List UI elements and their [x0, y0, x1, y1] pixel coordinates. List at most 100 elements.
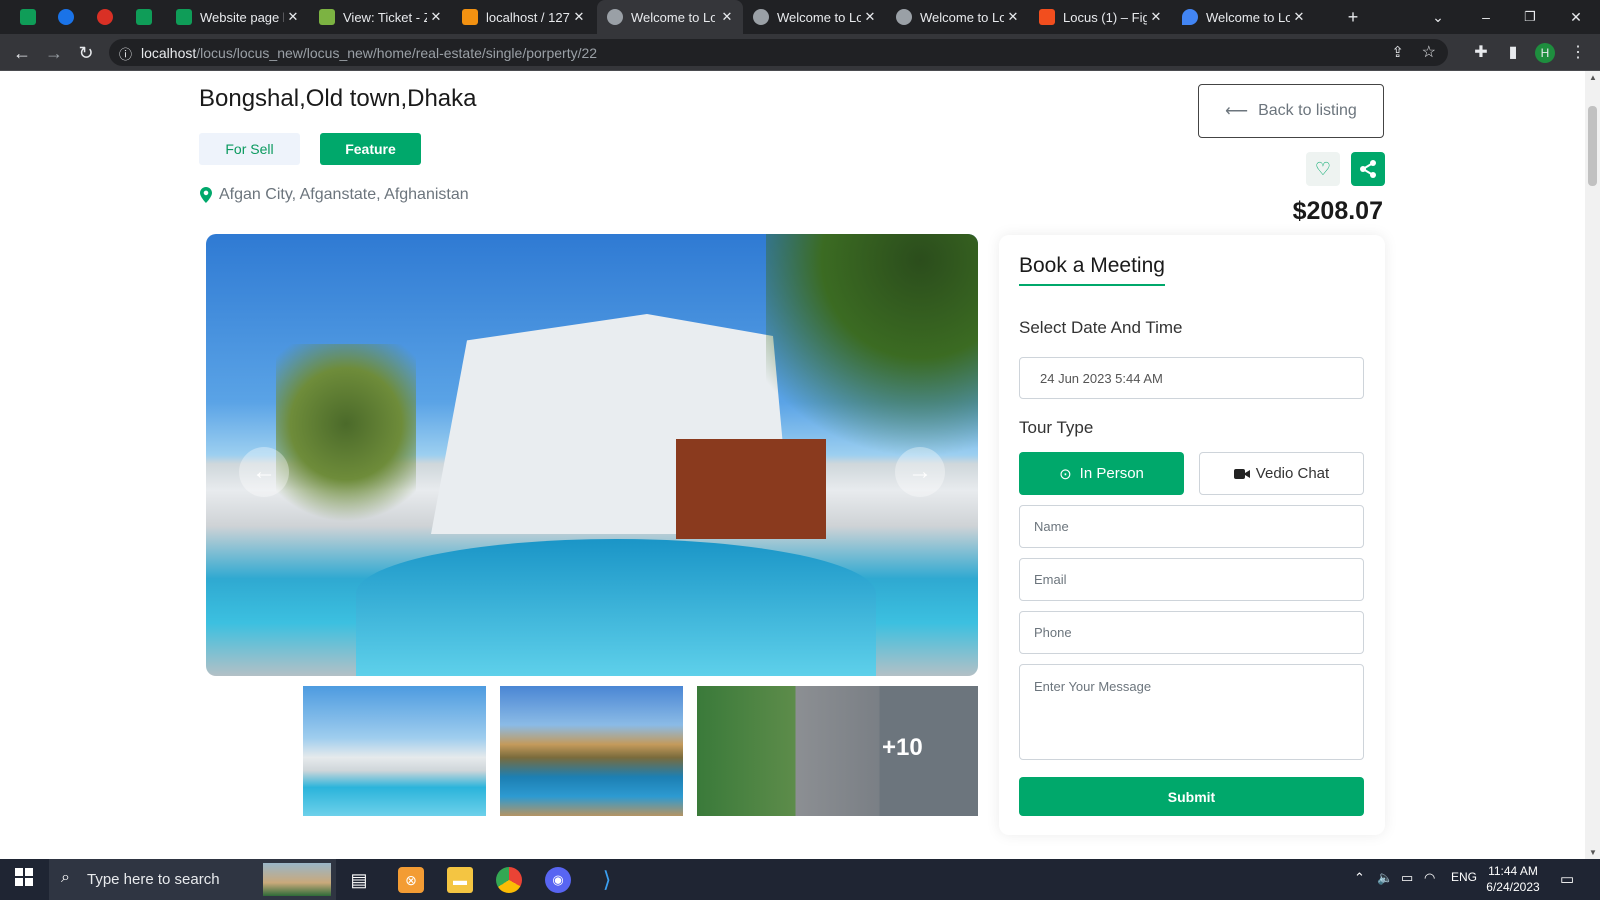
- taskbar-search[interactable]: ⌕ Type here to search: [49, 859, 336, 900]
- extensions-icon[interactable]: ✚: [1471, 43, 1491, 63]
- tab-title: Welcome to Lo: [631, 9, 715, 25]
- window-close-icon[interactable]: ✕: [1566, 7, 1586, 27]
- avatar[interactable]: H: [1535, 43, 1555, 63]
- new-tab-icon[interactable]: +: [1343, 7, 1363, 27]
- chrome-icon[interactable]: [496, 867, 522, 893]
- globe-icon: [753, 9, 769, 25]
- tab-title: Welcome to Lo: [920, 9, 1004, 25]
- url-text[interactable]: localhost/locus/locus_new/locus_new/home…: [141, 45, 597, 61]
- share-page-icon[interactable]: ⇪: [1391, 43, 1404, 61]
- in-person-button[interactable]: ⊙ In Person: [1019, 452, 1184, 495]
- close-icon[interactable]: ✕: [1291, 9, 1307, 25]
- xampp-icon[interactable]: ⊗: [398, 867, 424, 893]
- bookmark-star-icon[interactable]: ☆: [1422, 42, 1436, 62]
- image-detail: [766, 234, 978, 494]
- notification-icon[interactable]: ▭: [1560, 870, 1574, 888]
- scroll-down-icon[interactable]: ▼: [1589, 848, 1597, 857]
- favorite-button[interactable]: ♡: [1306, 152, 1340, 186]
- task-view-icon[interactable]: ▤: [346, 867, 372, 893]
- message-textarea[interactable]: Enter Your Message: [1019, 664, 1364, 760]
- date-label: Select Date And Time: [1019, 318, 1183, 337]
- tab-search-icon[interactable]: ⌄: [1428, 7, 1448, 27]
- tab-title: View: Ticket - Z: [343, 9, 427, 25]
- address-bar: ← → ↻ ⓘ localhost/locus/locus_new/locus_…: [0, 34, 1600, 71]
- figma-icon: [1039, 9, 1055, 25]
- gallery-thumbnail[interactable]: [500, 686, 683, 816]
- browser-tab[interactable]: Welcome to Lo ✕: [743, 0, 886, 34]
- info-icon[interactable]: ⓘ: [119, 44, 132, 63]
- browser-tab[interactable]: Welcome to Lo ✕: [1172, 0, 1315, 34]
- battery-icon[interactable]: ▭: [1401, 870, 1413, 886]
- arrow-left-icon: ←: [252, 458, 276, 485]
- badge-feature: Feature: [320, 133, 421, 165]
- sheets-icon[interactable]: [20, 9, 36, 25]
- tab-title: Locus (1) – Figm: [1063, 9, 1147, 25]
- image-detail: [356, 539, 876, 676]
- submit-button[interactable]: Submit: [1019, 777, 1364, 816]
- browser-tab[interactable]: View: Ticket - Z ✕: [309, 0, 452, 34]
- back-icon[interactable]: ←: [12, 43, 32, 63]
- sidepanel-icon[interactable]: ▮: [1503, 43, 1523, 63]
- tab-title: localhost / 127.: [486, 9, 570, 25]
- close-icon[interactable]: ✕: [571, 9, 587, 25]
- url-bar[interactable]: ⓘ localhost/locus/locus_new/locus_new/ho…: [109, 39, 1448, 66]
- vscode-icon[interactable]: ⟩: [594, 867, 620, 893]
- check-circle-icon: ⊙: [1059, 465, 1072, 483]
- restore-icon[interactable]: ❐: [1520, 7, 1540, 27]
- property-main-image: ← →: [206, 234, 978, 676]
- minimize-icon[interactable]: –: [1476, 7, 1496, 27]
- booking-title: Book a Meeting: [1019, 254, 1165, 286]
- file-explorer-icon[interactable]: ▬: [447, 867, 473, 893]
- reload-icon[interactable]: ↻: [76, 43, 96, 63]
- in-person-label: In Person: [1079, 465, 1144, 482]
- clock[interactable]: 11:44 AM 6/24/2023: [1481, 863, 1545, 895]
- prev-slide-button[interactable]: ←: [239, 447, 289, 497]
- browser-tab-active[interactable]: Welcome to Lo ✕: [597, 0, 743, 34]
- wifi-icon[interactable]: ◠: [1424, 870, 1435, 886]
- gallery-thumbnail-more[interactable]: [697, 686, 978, 816]
- language-indicator[interactable]: ENG: [1451, 870, 1477, 884]
- page-scrollbar[interactable]: ▲ ▼: [1585, 71, 1600, 859]
- tray-chevron-icon[interactable]: ⌃: [1354, 870, 1365, 886]
- app-icon[interactable]: [58, 9, 74, 25]
- date-time-input[interactable]: 24 Jun 2023 5:44 AM: [1019, 357, 1364, 399]
- back-to-listing-button[interactable]: ⟵ Back to listing: [1198, 84, 1384, 138]
- browser-tab[interactable]: localhost / 127. ✕: [452, 0, 595, 34]
- menu-icon[interactable]: ⋮: [1568, 43, 1588, 63]
- browser-tab[interactable]: Website page li ✕: [166, 0, 309, 34]
- gallery-thumbnail[interactable]: [303, 686, 486, 816]
- close-icon[interactable]: ✕: [428, 9, 444, 25]
- globe-icon: [896, 9, 912, 25]
- video-chat-button[interactable]: Vedio Chat: [1199, 452, 1364, 495]
- tab-title: Welcome to Lo: [1206, 9, 1290, 25]
- name-input[interactable]: Name: [1019, 505, 1364, 548]
- map-pin-icon: [1182, 9, 1198, 25]
- close-icon[interactable]: ✕: [719, 9, 735, 25]
- browser-tab[interactable]: Locus (1) – Figm ✕: [1029, 0, 1172, 34]
- phone-input[interactable]: Phone: [1019, 611, 1364, 654]
- next-slide-button[interactable]: →: [895, 447, 945, 497]
- share-button[interactable]: [1351, 152, 1385, 186]
- close-icon[interactable]: ✕: [285, 9, 301, 25]
- zendesk-icon: [319, 9, 335, 25]
- email-input[interactable]: Email: [1019, 558, 1364, 601]
- close-icon[interactable]: ✕: [862, 9, 878, 25]
- scroll-up-icon[interactable]: ▲: [1589, 73, 1597, 82]
- discord-icon[interactable]: ◉: [545, 867, 571, 893]
- scrollbar-thumb[interactable]: [1588, 106, 1597, 186]
- browser-tab[interactable]: Welcome to Lo ✕: [886, 0, 1029, 34]
- sheets-icon[interactable]: [136, 9, 152, 25]
- search-highlight-image: [263, 863, 331, 896]
- search-placeholder: Type here to search: [87, 871, 220, 888]
- app-icon[interactable]: [97, 9, 113, 25]
- forward-icon[interactable]: →: [44, 43, 64, 63]
- close-icon[interactable]: ✕: [1005, 9, 1021, 25]
- more-photos-count[interactable]: +10: [882, 734, 923, 762]
- volume-icon[interactable]: 🔈: [1377, 870, 1393, 886]
- close-icon[interactable]: ✕: [1148, 9, 1164, 25]
- badge-for-sell: For Sell: [199, 133, 300, 165]
- share-icon: [1360, 160, 1376, 178]
- phpmyadmin-icon: [462, 9, 478, 25]
- heart-icon: ♡: [1314, 159, 1332, 179]
- windows-start-icon[interactable]: [11, 867, 37, 893]
